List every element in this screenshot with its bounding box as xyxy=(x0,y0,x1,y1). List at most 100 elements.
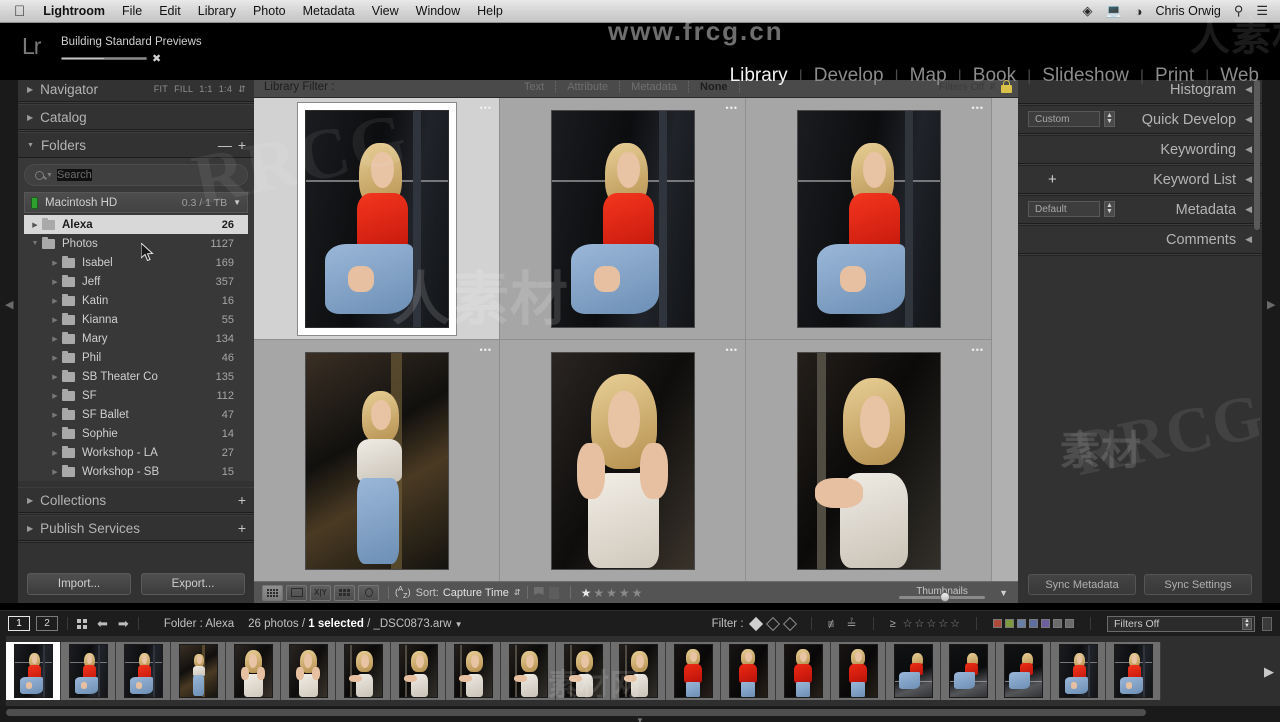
apple-logo-icon[interactable]:  xyxy=(14,4,25,19)
chevron-right-icon[interactable]: ▶ xyxy=(48,316,62,324)
filmstrip-cell[interactable] xyxy=(171,642,226,700)
chevron-down-icon[interactable]: ▼ xyxy=(28,240,42,247)
folder-row[interactable]: ▶ Workshop - SB 15 xyxy=(24,462,248,481)
filmstrip-thumbnail[interactable] xyxy=(1114,645,1152,697)
chevron-right-icon[interactable]: ▶ xyxy=(48,468,62,476)
filmstrip-cell[interactable] xyxy=(391,642,446,700)
rating-star[interactable]: ★ xyxy=(619,586,630,600)
filmstrip-thumbnail[interactable] xyxy=(69,645,107,697)
filmstrip-thumbnail[interactable] xyxy=(729,645,767,697)
survey-view-icon[interactable] xyxy=(334,584,355,601)
filmstrip-cell[interactable] xyxy=(1106,642,1161,700)
screen-1-button[interactable]: 1 xyxy=(8,616,30,631)
remove-folder-button[interactable]: — xyxy=(218,138,232,152)
filmstrip-cell[interactable] xyxy=(941,642,996,700)
folder-row[interactable]: ▶ Phil 46 xyxy=(24,348,248,367)
close-icon[interactable]: ✖ xyxy=(152,52,161,65)
module-map[interactable]: Map xyxy=(899,65,958,87)
chevron-right-icon[interactable]: ▶ xyxy=(48,297,62,305)
filmstrip-thumbnail[interactable] xyxy=(894,645,932,697)
filmstrip-thumbnail[interactable] xyxy=(179,645,217,697)
chevron-left-icon[interactable]: ◀ xyxy=(1245,204,1252,215)
grid-view-icon[interactable] xyxy=(262,584,283,601)
folder-row[interactable]: ▶ Alexa 26 xyxy=(24,215,248,234)
module-develop[interactable]: Develop xyxy=(803,65,895,87)
export-button[interactable]: Export... xyxy=(141,573,245,595)
cell-badge-dots[interactable]: ••• xyxy=(726,346,738,355)
flag-icon[interactable] xyxy=(533,586,544,595)
filmstrip-cell[interactable] xyxy=(281,642,336,700)
color-label-swatch[interactable] xyxy=(1053,619,1062,628)
chevron-down-icon[interactable]: ▼ xyxy=(999,588,1010,598)
import-button[interactable]: Import... xyxy=(27,573,131,595)
rating-star[interactable]: ☆ xyxy=(915,617,925,630)
chevron-right-icon[interactable]: ▶ xyxy=(1264,664,1274,680)
zoom-1-4-button[interactable]: 1:4 xyxy=(219,84,232,94)
volume-row-macintosh-hd[interactable]: Macintosh HD 0.3 / 1 TB ▼ xyxy=(24,192,248,213)
filter-tab-attribute[interactable]: Attribute xyxy=(555,80,619,93)
filmstrip-rating-stars[interactable]: ☆ ☆ ☆ ☆ ☆ xyxy=(903,617,960,630)
rating-star[interactable]: ☆ xyxy=(903,617,913,630)
chevron-right-icon[interactable]: ▶ xyxy=(48,392,62,400)
module-web[interactable]: Web xyxy=(1209,65,1270,87)
filmstrip-filters-dropdown[interactable]: Filters Off ▲ ▼ xyxy=(1107,615,1255,632)
preset-dropdown[interactable]: Default xyxy=(1028,201,1100,217)
photo-thumbnail[interactable] xyxy=(551,352,694,569)
grid-cell[interactable]: ••• xyxy=(254,340,500,581)
menu-item-window[interactable]: Window xyxy=(416,4,460,18)
flag-reject-icon[interactable] xyxy=(782,616,797,631)
rating-star[interactable]: ☆ xyxy=(938,617,948,630)
menu-item-metadata[interactable]: Metadata xyxy=(303,4,355,18)
sort-stepper-icon[interactable]: ⇵ xyxy=(514,588,521,597)
screen-2-button[interactable]: 2 xyxy=(36,616,58,631)
chevron-right-icon[interactable]: ▶ xyxy=(48,411,62,419)
stepper-icon[interactable]: ▲ ▼ xyxy=(1104,201,1115,217)
menu-item-file[interactable]: File xyxy=(122,4,142,18)
grid-cell[interactable]: ••• xyxy=(500,98,746,340)
photo-thumbnail[interactable] xyxy=(797,110,940,327)
filmstrip-thumbnail[interactable] xyxy=(674,645,712,697)
chevron-right-icon[interactable]: ▶ xyxy=(48,259,62,267)
folders-header[interactable]: ▼ Folders — + xyxy=(18,132,254,158)
chevron-down-icon[interactable]: ▼ xyxy=(636,716,644,722)
filmstrip-cell[interactable] xyxy=(611,642,666,700)
photo-thumbnail[interactable] xyxy=(551,110,694,327)
reject-flag-icon[interactable] xyxy=(548,586,559,599)
zoom-1-1-button[interactable]: 1:1 xyxy=(199,84,212,94)
filmstrip-cell[interactable] xyxy=(666,642,721,700)
filmstrip-cell[interactable] xyxy=(116,642,171,700)
arrow-left-icon[interactable]: ⬅ xyxy=(97,616,108,632)
filmstrip-thumbnail[interactable] xyxy=(949,645,987,697)
color-label-swatch[interactable] xyxy=(1005,619,1014,628)
people-view-icon[interactable] xyxy=(358,584,379,601)
module-book[interactable]: Book xyxy=(962,65,1027,87)
filmstrip-thumbnail[interactable] xyxy=(1059,645,1097,697)
folder-row[interactable]: ▶ Mary 134 xyxy=(24,329,248,348)
flag-neutral-icon[interactable] xyxy=(765,616,780,631)
filmstrip-cell[interactable] xyxy=(996,642,1051,700)
filmstrip-thumbnail[interactable] xyxy=(1004,645,1042,697)
publish-services-header[interactable]: ▶ Publish Services + xyxy=(18,515,254,541)
menu-item-edit[interactable]: Edit xyxy=(159,4,181,18)
rating-star[interactable]: ★ xyxy=(593,586,604,600)
folder-row[interactable]: ▶ SF 112 xyxy=(24,386,248,405)
thumbnail-size-slider[interactable]: Thumbnails xyxy=(899,586,991,602)
filmstrip-cell[interactable] xyxy=(1051,642,1106,700)
add-keyword-button[interactable]: + xyxy=(1048,172,1057,187)
menu-item-photo[interactable]: Photo xyxy=(253,4,286,18)
filmstrip-thumbnail[interactable] xyxy=(344,645,382,697)
filmstrip-thumbnail[interactable] xyxy=(619,645,657,697)
folder-row[interactable]: ▶ Sophie 14 xyxy=(24,424,248,443)
chevron-left-icon[interactable]: ◀ xyxy=(1245,114,1252,125)
filmstrip-thumbnail[interactable] xyxy=(564,645,602,697)
filmstrip-toggle-icon[interactable] xyxy=(1262,616,1272,631)
rating-star[interactable]: ★ xyxy=(606,586,617,600)
source-label[interactable]: Folder : Alexa xyxy=(164,618,234,630)
zoom-fit-button[interactable]: FIT xyxy=(154,84,168,94)
filmstrip-cell[interactable] xyxy=(6,642,61,700)
filmstrip-cell[interactable] xyxy=(776,642,831,700)
panel-section-metadata[interactable]: Default ▲ ▼ Metadata ◀ xyxy=(1018,196,1262,224)
catalog-header[interactable]: ▶ Catalog xyxy=(18,104,254,130)
folder-row[interactable]: ▼ Photos 1127 xyxy=(24,234,248,253)
filter-tab-metadata[interactable]: Metadata xyxy=(619,80,688,93)
